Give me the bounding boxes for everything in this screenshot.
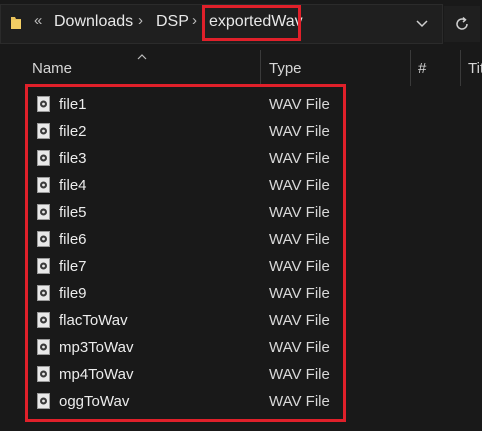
file-type: WAV File [269, 285, 330, 302]
file-type: WAV File [269, 339, 330, 356]
column-headers: Name Type # Tit [0, 48, 482, 88]
wav-file-icon [37, 285, 50, 301]
overflow-breadcrumb-icon[interactable]: « [34, 12, 42, 29]
file-type: WAV File [269, 150, 330, 167]
wav-file-icon [37, 96, 50, 112]
file-row[interactable]: flacToWav WAV File [0, 307, 482, 333]
sort-ascending-icon [137, 48, 147, 60]
wav-file-icon [37, 339, 50, 355]
address-bar: « Downloads › DSP › exportedWav [0, 0, 482, 48]
wav-file-icon [37, 366, 50, 382]
file-name: mp3ToWav [59, 339, 134, 356]
file-name: file4 [59, 177, 87, 194]
file-type: WAV File [269, 123, 330, 140]
column-header-name[interactable]: Name [32, 60, 72, 77]
breadcrumb-separator-icon[interactable]: › [192, 12, 197, 29]
column-header-title[interactable]: Tit [468, 60, 482, 77]
file-row[interactable]: file4 WAV File [0, 172, 482, 198]
file-type: WAV File [269, 393, 330, 410]
file-name: flacToWav [59, 312, 128, 329]
file-row[interactable]: file5 WAV File [0, 199, 482, 225]
breadcrumb-highlight-box [202, 5, 301, 41]
wav-file-icon [37, 177, 50, 193]
file-name: file5 [59, 204, 87, 221]
breadcrumb-downloads[interactable]: Downloads [54, 13, 133, 31]
file-type: WAV File [269, 177, 330, 194]
file-name: file6 [59, 231, 87, 248]
file-row[interactable]: file3 WAV File [0, 145, 482, 171]
file-row[interactable]: file2 WAV File [0, 118, 482, 144]
file-type: WAV File [269, 96, 330, 113]
folder-icon [10, 15, 22, 31]
file-type: WAV File [269, 258, 330, 275]
column-divider[interactable] [460, 50, 461, 86]
column-header-type[interactable]: Type [269, 60, 302, 77]
file-name: mp4ToWav [59, 366, 134, 383]
breadcrumb-dsp[interactable]: DSP [156, 13, 189, 31]
file-row[interactable]: file9 WAV File [0, 280, 482, 306]
file-name: file3 [59, 150, 87, 167]
wav-file-icon [37, 204, 50, 220]
file-name: file9 [59, 285, 87, 302]
column-divider[interactable] [410, 50, 411, 86]
wav-file-icon [37, 231, 50, 247]
file-type: WAV File [269, 366, 330, 383]
column-header-number[interactable]: # [418, 60, 426, 77]
file-name: file7 [59, 258, 87, 275]
file-name: oggToWav [59, 393, 130, 410]
breadcrumb-separator-icon[interactable]: › [138, 12, 143, 29]
file-name: file1 [59, 96, 87, 113]
column-divider[interactable] [260, 50, 261, 86]
wav-file-icon [37, 258, 50, 274]
file-row[interactable]: file1 WAV File [0, 91, 482, 117]
chevron-down-icon[interactable] [408, 14, 436, 34]
file-row[interactable]: mp4ToWav WAV File [0, 361, 482, 387]
file-name: file2 [59, 123, 87, 140]
wav-file-icon [37, 312, 50, 328]
file-row[interactable]: file7 WAV File [0, 253, 482, 279]
wav-file-icon [37, 150, 50, 166]
wav-file-icon [37, 123, 50, 139]
file-row[interactable]: mp3ToWav WAV File [0, 334, 482, 360]
file-type: WAV File [269, 204, 330, 221]
file-type: WAV File [269, 231, 330, 248]
file-row[interactable]: file6 WAV File [0, 226, 482, 252]
file-row[interactable]: oggToWav WAV File [0, 388, 482, 414]
wav-file-icon [37, 393, 50, 409]
file-type: WAV File [269, 312, 330, 329]
refresh-button[interactable] [444, 6, 480, 42]
file-explorer-window: « Downloads › DSP › exportedWav Name Typ… [0, 0, 482, 431]
